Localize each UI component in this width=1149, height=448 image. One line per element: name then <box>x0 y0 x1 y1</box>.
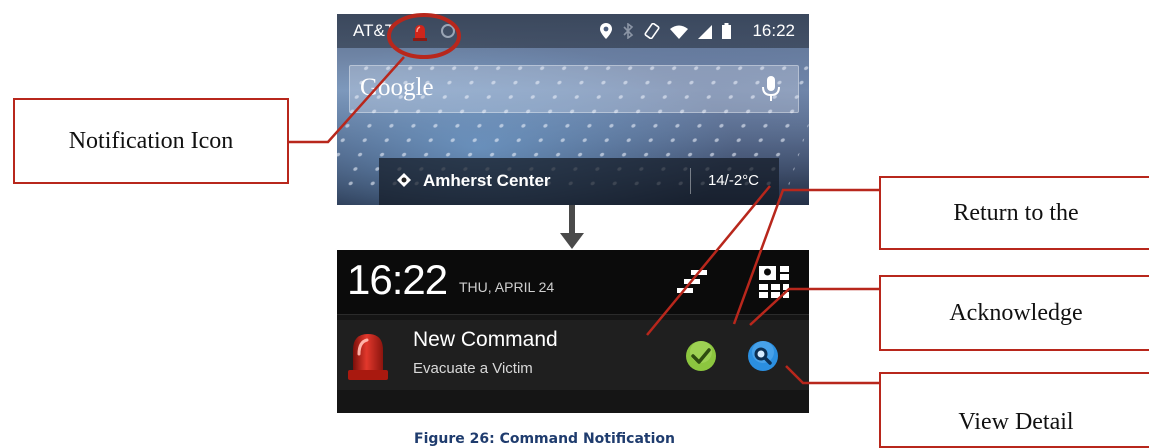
signal-icon <box>698 24 712 43</box>
siren-icon <box>345 330 391 386</box>
shade-header: 16:22 THU, APRIL 24 <box>337 250 809 315</box>
shade-date: THU, APRIL 24 <box>459 279 555 295</box>
weather-divider <box>690 168 691 194</box>
checkmark-icon <box>686 341 716 371</box>
notification-title: New Command <box>413 328 558 351</box>
quick-settings-icon[interactable] <box>757 264 791 302</box>
callout-return-to-app: Return to the <box>879 176 1149 250</box>
status-bar: AT&T 16:22 <box>337 14 809 48</box>
clear-all-icon[interactable] <box>677 268 707 300</box>
weather-widget[interactable]: Amherst Center 14/-2°C <box>379 158 779 205</box>
notification-shade-screenshot: 16:22 THU, APRIL 24 New Command Evacuate… <box>337 250 809 413</box>
figure-caption: Figure 26: Command Notification <box>0 431 1149 447</box>
carrier-name: AT&T <box>353 21 396 40</box>
notification-card[interactable]: New Command Evacuate a Victim <box>337 320 809 390</box>
magnifier-icon <box>748 341 778 371</box>
sync-icon <box>440 23 456 43</box>
notification-text: Evacuate a Victim <box>413 360 533 377</box>
status-clock: 16:22 <box>752 21 795 40</box>
shade-time: 16:22 <box>347 256 448 303</box>
rotation-icon <box>644 22 660 43</box>
microphone-icon[interactable] <box>762 76 780 106</box>
view-detail-button[interactable] <box>747 340 779 376</box>
weather-temperature: 14/-2°C <box>707 172 759 189</box>
siren-notification-icon[interactable] <box>410 22 430 46</box>
acknowledge-button[interactable] <box>685 340 717 376</box>
callout-acknowledge: Acknowledge <box>879 275 1149 351</box>
location-target-icon <box>397 172 411 191</box>
google-logo: Google <box>360 74 434 101</box>
google-search-bar[interactable]: Google <box>349 65 799 113</box>
home-screen-screenshot: AT&T 16:22 Google Amherst Center 14/-2°C <box>337 14 809 205</box>
location-pin-icon <box>600 23 612 43</box>
caption-text: Figure 26: Command Notification <box>414 431 675 447</box>
battery-icon <box>722 23 731 43</box>
weather-location: Amherst Center <box>423 171 551 190</box>
callout-notification-icon: Notification Icon <box>13 98 289 184</box>
down-arrow-icon <box>560 205 584 249</box>
bluetooth-icon <box>622 22 634 43</box>
status-icons <box>600 22 731 43</box>
wifi-icon <box>670 24 688 43</box>
